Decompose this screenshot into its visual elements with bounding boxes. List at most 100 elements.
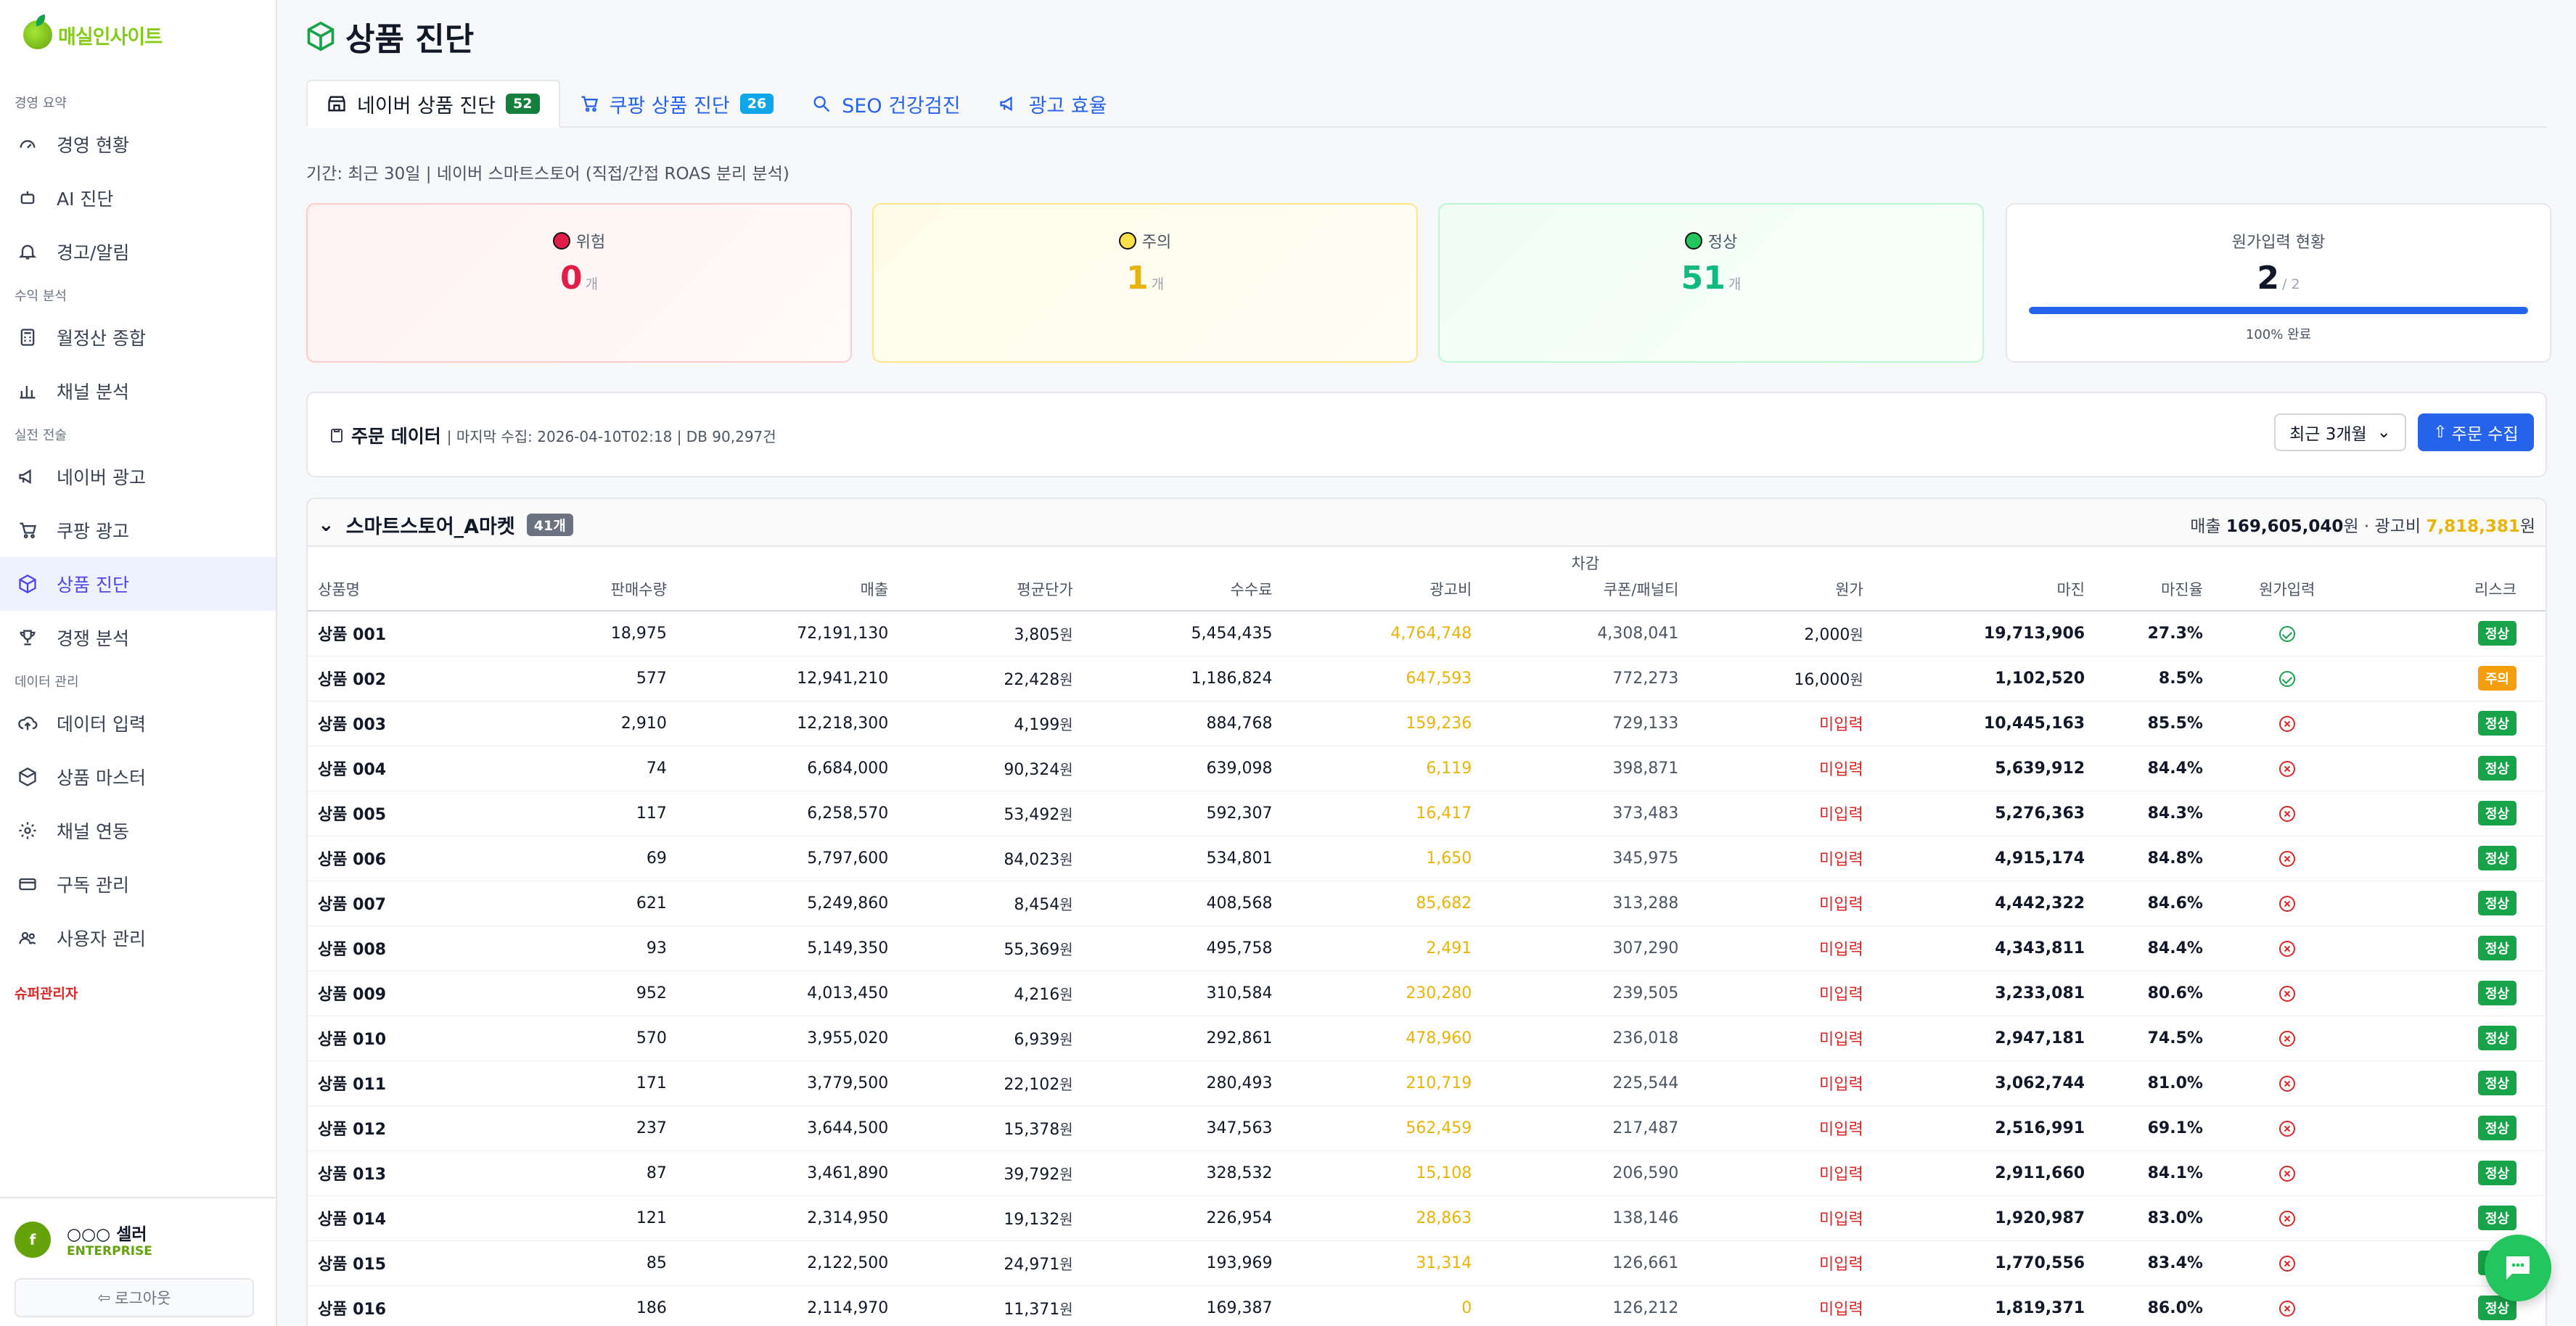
cell-avg-price: 19,132원	[898, 1195, 1083, 1241]
card-value: 0	[559, 260, 583, 297]
cell-sales: 6,258,570	[676, 791, 899, 836]
users-icon	[17, 928, 38, 948]
cell-quantity: 171	[492, 1061, 677, 1106]
cell-margin: 4,343,811	[1873, 926, 2096, 971]
store-header[interactable]: ⌄ 스마트스토어_A마켓 41개 매출 169,605,040원 · 광고비 7…	[308, 499, 2546, 547]
table-row[interactable]: 상품 003 2,910 12,218,300 4,199원 884,768 159,23…	[308, 701, 2546, 746]
tab-coupang-product[interactable]: 쿠팡 상품 진단 26	[560, 80, 793, 128]
cell-cost: 미입력	[1689, 791, 1874, 836]
table-row[interactable]: 상품 012 237 3,644,500 15,378원 347,563 562,459 2…	[308, 1105, 2546, 1151]
cell-margin: 2,911,660	[1873, 1150, 2096, 1196]
card-value: 1	[1125, 260, 1149, 297]
sidebar-item-label: 네이버 광고	[57, 467, 146, 488]
summary-card-warning[interactable]: 주의 1개	[872, 203, 1418, 363]
table-row[interactable]: 상품 010 570 3,955,020 6,939원 292,861 478,960 23…	[308, 1016, 2546, 1061]
x-circle-icon	[2278, 1210, 2295, 1227]
col-ad-cost[interactable]: 광고비	[1282, 547, 1482, 611]
won-unit: 원	[1059, 715, 1073, 733]
logout-button[interactable]: ⇦ 로그아웃	[15, 1278, 254, 1317]
sidebar-item[interactable]: 쿠팡 광고	[0, 503, 276, 557]
cell-ad-cost: 159,236	[1282, 701, 1482, 746]
cell-cost-input	[2212, 1150, 2361, 1196]
order-title-text: 주문 데이터	[351, 426, 441, 447]
table-row[interactable]: 상품 007 621 5,249,860 8,454원 408,568 85,682 313…	[308, 881, 2546, 926]
col-quantity[interactable]: 판매수량	[492, 547, 677, 611]
x-circle-icon	[2278, 985, 2295, 1002]
cell-ad-cost: 2,491	[1282, 926, 1482, 971]
table-row[interactable]: 상품 004 74 6,684,000 90,324원 639,098 6,119 398,…	[308, 746, 2546, 791]
col-fee[interactable]: 수수료	[1083, 547, 1283, 611]
sidebar-item[interactable]: 경고/알림	[0, 225, 276, 279]
sidebar-item[interactable]: 네이버 광고	[0, 450, 276, 503]
sidebar-item[interactable]: 경영 현황	[0, 118, 276, 171]
table-row[interactable]: 상품 011 171 3,779,500 22,102원 280,493 210,719 2…	[308, 1061, 2546, 1106]
summary-card-danger[interactable]: 위험 0개	[306, 203, 852, 363]
col-avg-price[interactable]: 평균단가	[898, 547, 1083, 611]
cell-product-name: 상품 004	[308, 746, 493, 791]
tab-ad-efficiency[interactable]: 광고 효율	[980, 80, 1126, 128]
cell-deduction: 373,483	[1482, 791, 1689, 836]
col-margin-rate[interactable]: 마진율	[2095, 547, 2213, 611]
x-circle-icon	[2278, 760, 2295, 777]
sidebar-item[interactable]: 데이터 입력	[0, 696, 276, 750]
table-row[interactable]: 상품 014 121 2,314,950 19,132원 226,954 28,863 13…	[308, 1195, 2546, 1241]
cell-ad-cost: 478,960	[1282, 1016, 1482, 1061]
cell-margin-rate: 27.3%	[2095, 611, 2213, 656]
table-row[interactable]: 상품 002 577 12,941,210 22,428원 1,186,824 647,5…	[308, 656, 2546, 701]
sidebar-item[interactable]: 구독 관리	[0, 857, 276, 911]
cell-margin: 1,819,371	[1873, 1285, 2096, 1326]
cell-cost-input	[2212, 836, 2361, 881]
table-row[interactable]: 상품 008 93 5,149,350 55,369원 495,758 2,491 307,…	[308, 926, 2546, 971]
brand-logo[interactable]: 매실인사이트	[23, 15, 163, 49]
sidebar-item[interactable]: 경쟁 분석	[0, 611, 276, 664]
sidebar-item[interactable]: 채널 연동	[0, 804, 276, 857]
tab-seo-health[interactable]: SEO 건강검진	[792, 80, 979, 128]
x-circle-icon	[2278, 1300, 2295, 1317]
collect-orders-button[interactable]: ⇧ 주문 수집	[2418, 413, 2534, 451]
sidebar-item[interactable]: AI 진단	[0, 171, 276, 225]
gauge-icon	[17, 134, 38, 155]
calculator-icon	[17, 327, 38, 347]
table-row[interactable]: 상품 006 69 5,797,600 84,023원 534,801 1,650 345,…	[308, 836, 2546, 881]
tab-naver-product[interactable]: 네이버 상품 진단 52	[306, 80, 560, 128]
col-cost[interactable]: 원가	[1689, 547, 1874, 611]
sidebar-item[interactable]: 상품 마스터	[0, 750, 276, 804]
sidebar-item[interactable]: 채널 분석	[0, 364, 276, 418]
table-row[interactable]: 상품 001 18,975 72,191,130 3,805원 5,454,435 4,7…	[308, 611, 2546, 656]
x-circle-icon	[2278, 1075, 2295, 1092]
table-row[interactable]: 상품 013 87 3,461,890 39,792원 328,532 15,108 206…	[308, 1150, 2546, 1196]
chevron-down-icon[interactable]: ⌄	[318, 514, 335, 536]
table-row[interactable]: 상품 015 85 2,122,500 24,971원 193,969 31,314 126…	[308, 1240, 2546, 1286]
col-deduction[interactable]: 차감 쿠폰/패널티	[1482, 547, 1689, 611]
cell-quantity: 952	[492, 971, 677, 1016]
cell-fee: 884,768	[1083, 701, 1283, 746]
summary-card-normal[interactable]: 정상 51 개	[1438, 203, 1984, 363]
period-select[interactable]: 최근 3개월 ⌄	[2274, 413, 2406, 451]
cell-fee: 310,584	[1083, 971, 1283, 1016]
product-table: 상품명 판매수량 매출 평균단가 수수료 광고비 차감 쿠폰/패널티 원가 마진 …	[308, 547, 2546, 1326]
col-sales[interactable]: 매출	[676, 547, 899, 611]
megaphone-icon	[999, 96, 1012, 112]
x-circle-icon	[2278, 895, 2295, 912]
won-unit: 원	[1059, 1120, 1073, 1138]
table-row[interactable]: 상품 009 952 4,013,450 4,216원 310,584 230,280 23…	[308, 971, 2546, 1016]
cell-quantity: 2,910	[492, 701, 677, 746]
sidebar-item[interactable]: 월정산 종합	[0, 310, 276, 364]
sidebar-item[interactable]: 상품 진단	[0, 557, 276, 611]
cell-ad-cost: 15,108	[1282, 1150, 1482, 1196]
col-cost-input[interactable]: 원가입력	[2212, 547, 2361, 611]
table-row[interactable]: 상품 016 186 2,114,970 11,371원 169,387 0 126,212…	[308, 1285, 2546, 1326]
check-circle-icon	[2278, 670, 2295, 687]
sidebar-item[interactable]: 사용자 관리	[0, 911, 276, 965]
table-row[interactable]: 상품 005 117 6,258,570 53,492원 592,307 16,417 37…	[308, 791, 2546, 836]
col-margin[interactable]: 마진	[1873, 547, 2096, 611]
chat-button[interactable]	[2485, 1235, 2551, 1301]
col-risk[interactable]: 리스크	[2360, 547, 2546, 611]
col-product-name[interactable]: 상품명	[308, 547, 493, 611]
cell-cost: 16,000원	[1689, 656, 1874, 701]
super-admin-label[interactable]: 슈퍼관리자	[15, 983, 78, 1002]
cell-cost-input	[2212, 791, 2361, 836]
cell-fee: 639,098	[1083, 746, 1283, 791]
sidebar-item-label: 채널 분석	[57, 382, 129, 403]
cell-risk: 정상	[2360, 1195, 2546, 1241]
